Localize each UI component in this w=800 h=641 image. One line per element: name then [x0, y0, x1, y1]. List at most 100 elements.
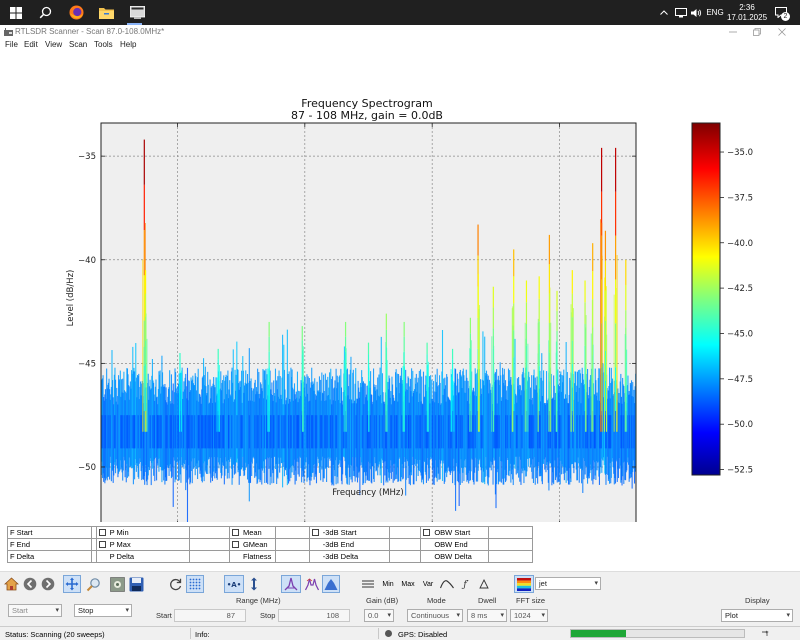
min-button[interactable]: Min — [380, 575, 396, 593]
notification-icon[interactable]: 2 — [772, 0, 790, 25]
smooth-icon[interactable] — [438, 575, 456, 593]
spectrogram-chart[interactable]: Frequency Spectrogram 87 - 108 MHz, gain… — [0, 52, 800, 540]
language-indicator[interactable]: ENG — [704, 0, 726, 25]
chart-subtitle: 87 - 108 MHz, gain = 0.0dB — [291, 109, 443, 122]
flatness-label: Flatness — [228, 550, 276, 563]
range-start-input[interactable]: 87 — [174, 609, 246, 622]
terminal-icon[interactable] — [127, 3, 147, 22]
colorbar — [691, 122, 721, 476]
fill-icon[interactable] — [322, 575, 340, 593]
obw-start-label: OBW Start — [434, 528, 471, 537]
chevron-down-icon: ▾ — [500, 612, 504, 619]
obw-start-cell[interactable]: OBW Start — [420, 526, 490, 539]
colorbar-tick-label: −45.0 — [727, 329, 753, 339]
close-button[interactable] — [774, 25, 790, 39]
notification-badge: 2 — [781, 12, 790, 21]
3db-checkbox[interactable] — [311, 529, 319, 536]
back-arrow-icon[interactable] — [22, 575, 38, 593]
var-button[interactable]: Var — [420, 575, 436, 593]
delta-icon[interactable] — [476, 575, 492, 593]
grid-toggle-icon[interactable] — [186, 575, 204, 593]
start-button[interactable]: Start ▾ — [8, 604, 62, 617]
clock-date: 17.01.2025 — [726, 12, 768, 22]
y-tick-label: −45 — [78, 359, 96, 369]
dwell-select[interactable]: 8 ms ▾ — [467, 609, 507, 622]
menu-edit[interactable]: Edit — [24, 40, 38, 49]
f-start-label: F Start — [7, 526, 92, 539]
mean-checkbox[interactable] — [231, 529, 239, 536]
refresh-icon[interactable] — [166, 575, 184, 593]
resize-grip-icon[interactable] — [760, 629, 770, 639]
home-icon[interactable] — [2, 575, 20, 593]
colormap-value: jet — [539, 579, 547, 588]
p-min-cell[interactable]: P Min — [95, 526, 191, 539]
window-title-bar: RTLSDR Scanner - Scan 87.0-108.0MHz* — [0, 25, 800, 39]
minimize-button[interactable] — [725, 25, 741, 39]
file-explorer-icon[interactable] — [96, 3, 116, 22]
autoscale-icon[interactable]: •A• — [224, 575, 244, 593]
f-delta-label: F Delta — [7, 550, 92, 563]
network-icon[interactable] — [674, 0, 688, 25]
obw-checkbox[interactable] — [423, 529, 431, 536]
fft-size-select[interactable]: 1024 ▾ — [510, 609, 548, 622]
colorbar-tick-label: −42.5 — [727, 284, 753, 294]
status-text: Status: Scanning (20 sweeps) — [5, 630, 105, 639]
progress-bar — [570, 629, 745, 638]
menu-scan[interactable]: Scan — [69, 40, 87, 49]
colormap-icon[interactable] — [514, 575, 534, 593]
gmean-checkbox[interactable] — [231, 541, 239, 548]
mean-cell[interactable]: Mean — [228, 526, 276, 539]
gain-select[interactable]: 0.0 ▾ — [364, 609, 394, 622]
configure-subplots-icon[interactable] — [108, 575, 126, 593]
p-max-cell[interactable]: P Max — [95, 538, 191, 551]
clock[interactable]: 2:36 17.01.2025 — [726, 0, 768, 25]
range-stop-input[interactable]: 108 — [278, 609, 350, 622]
p-delta-label: P Delta — [95, 550, 191, 563]
start-button-label: Start — [12, 606, 28, 615]
p-min-label: P Min — [109, 528, 129, 537]
chevron-up-icon[interactable] — [658, 0, 670, 25]
chevron-down-icon: ▾ — [456, 612, 460, 619]
volume-icon[interactable] — [689, 0, 703, 25]
windows-start-icon[interactable] — [6, 3, 26, 22]
derivative-icon[interactable]: ƒ′ — [458, 575, 474, 593]
stop-button[interactable]: Stop ▾ — [74, 604, 132, 617]
peak-marker-icon[interactable] — [281, 575, 301, 593]
p-min-checkbox[interactable] — [98, 529, 106, 536]
gmean-cell[interactable]: GMean — [228, 538, 276, 551]
mode-select[interactable]: Continuous ▾ — [407, 609, 463, 622]
gps-status-icon — [385, 630, 392, 637]
gmean-label: GMean — [242, 540, 268, 549]
colormap-select[interactable]: jet ▾ — [535, 577, 601, 590]
3db-start-cell[interactable]: -3dB Start — [308, 526, 390, 539]
fft-size-value: 1024 — [514, 611, 531, 620]
forward-arrow-icon[interactable] — [40, 575, 56, 593]
firefox-icon[interactable] — [66, 3, 86, 22]
gain-value: 0.0 — [368, 611, 379, 620]
menu-tools[interactable]: Tools — [94, 40, 113, 49]
zoom-icon[interactable] — [84, 575, 102, 593]
display-select[interactable]: Plot ▾ — [721, 609, 793, 622]
colorbar-tick-label: −47.5 — [727, 375, 753, 385]
menu-file[interactable]: File — [5, 40, 18, 49]
search-icon[interactable] — [35, 3, 55, 22]
menu-view[interactable]: View — [45, 40, 62, 49]
max-button[interactable]: Max — [399, 575, 417, 593]
menu-bar: File Edit View Scan Tools Help — [0, 39, 800, 52]
y-axis-label: Level (dB/Hz) — [66, 270, 76, 327]
menu-help[interactable]: Help — [120, 40, 136, 49]
maximize-button[interactable] — [749, 25, 765, 39]
chevron-down-icon: ▾ — [387, 612, 391, 619]
average-icon[interactable] — [360, 575, 376, 593]
obw-end-label: OBW End — [420, 538, 490, 551]
pan-icon[interactable] — [63, 575, 81, 593]
status-bar: Status: Scanning (20 sweeps) Info: GPS: … — [0, 626, 800, 640]
taskbar: ENG 2:36 17.01.2025 2 — [0, 0, 800, 25]
p-max-checkbox[interactable] — [98, 541, 106, 548]
vertical-autoscale-icon[interactable] — [246, 575, 262, 593]
status-divider — [378, 628, 379, 639]
save-icon[interactable] — [127, 575, 145, 593]
peaks-icon[interactable] — [303, 575, 321, 593]
progress-fill — [571, 630, 626, 637]
mode-label: Mode — [427, 596, 446, 605]
